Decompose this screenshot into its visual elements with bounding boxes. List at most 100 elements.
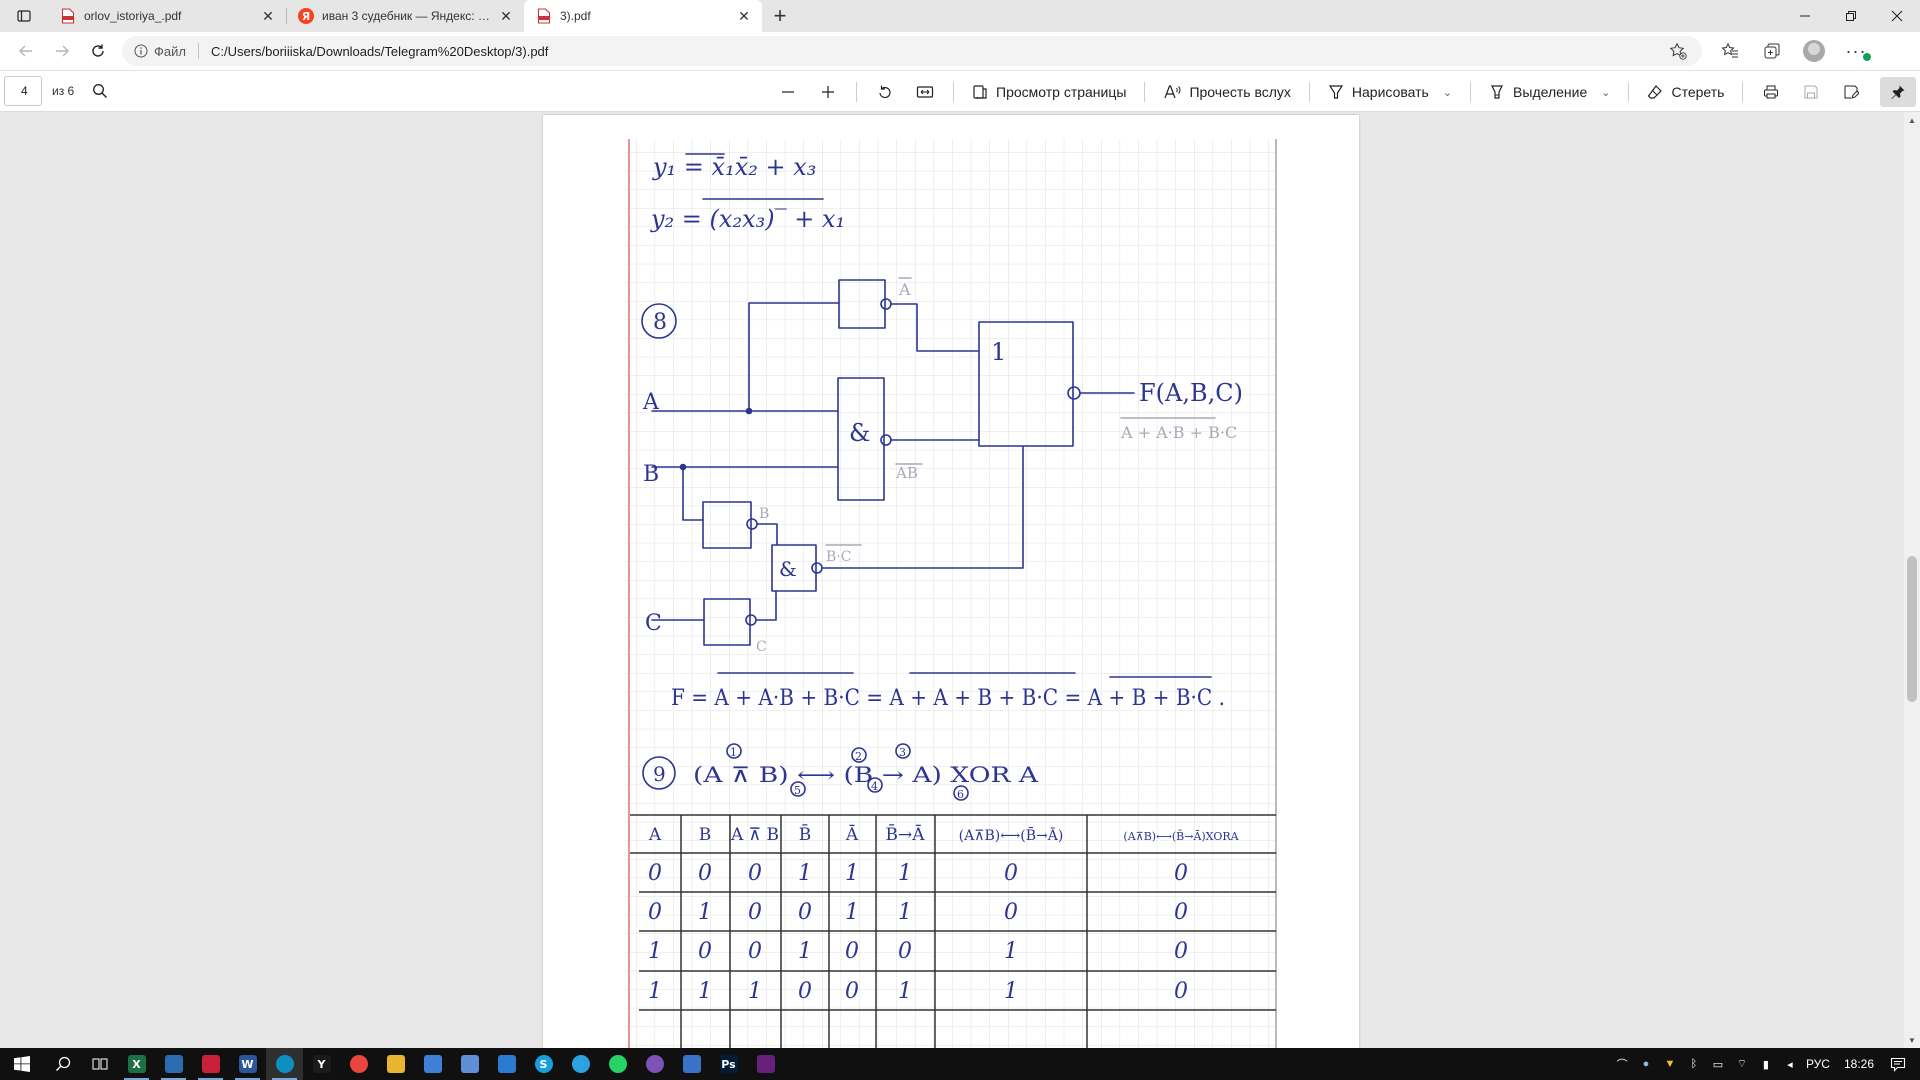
site-info-button[interactable]: Файл (134, 44, 186, 59)
page-number-input[interactable]: 4 (4, 76, 42, 106)
clock[interactable]: 18:26 (1844, 1057, 1874, 1071)
table-cell: 1 (798, 861, 812, 886)
taskbar-task-view-button[interactable] (81, 1048, 118, 1080)
scroll-up-arrow-icon[interactable]: ▲ (1904, 112, 1920, 128)
taskbar-photoshop-button[interactable]: Ps (710, 1048, 747, 1080)
chevron-down-icon[interactable]: ⌄ (1601, 86, 1610, 99)
taskbar-chrome-button[interactable] (340, 1048, 377, 1080)
taskbar-yandex-browser-button[interactable]: Y (303, 1048, 340, 1080)
scrollbar-thumb[interactable] (1907, 556, 1917, 702)
taskbar-mail-button[interactable] (488, 1048, 525, 1080)
start-button[interactable] (0, 1048, 44, 1080)
battery-icon[interactable]: ▮ (1758, 1056, 1774, 1072)
tray-app-icon[interactable]: ▼ (1662, 1056, 1678, 1072)
favorites-button[interactable] (1712, 36, 1748, 66)
volume-icon[interactable]: ◂ (1782, 1056, 1798, 1072)
eraser-icon (1648, 85, 1663, 99)
notifications-button[interactable] (1882, 1048, 1914, 1080)
window-controls (1782, 0, 1920, 32)
language-indicator[interactable]: РУС (1806, 1057, 1830, 1071)
tab-actions-icon (17, 10, 31, 22)
table-cell: 1 (898, 979, 912, 1004)
table-cell: 0 (648, 900, 662, 925)
taskbar-store-button[interactable] (414, 1048, 451, 1080)
tab-orlov[interactable]: orlov_istoriya_.pdf ✕ (48, 0, 286, 32)
search-button[interactable] (88, 83, 112, 99)
taskbar-viber-button[interactable] (636, 1048, 673, 1080)
table-cell: 0 (748, 861, 762, 886)
taskbar: X W Y S Ps ⌒ ● ▼ ᛒ ▭ ⌔ ▮ ◂ РУС 18:26 (0, 1048, 1920, 1080)
pdf-viewer[interactable]: y₁ = x̄₁x̄₂ + x₃ y₂ = (x₂x₃)‾ + x₁ 8 A B… (0, 112, 1904, 1048)
fit-page-button[interactable] (907, 77, 943, 107)
windows-icon (14, 1056, 30, 1072)
taskbar-photos-button[interactable] (451, 1048, 488, 1080)
toolbar-divider (1144, 82, 1146, 102)
print-button[interactable] (1753, 77, 1789, 107)
taskbar-visual-studio-button[interactable] (747, 1048, 784, 1080)
restore-button[interactable] (1828, 0, 1874, 32)
handwritten-notes-scan: y₁ = x̄₁x̄₂ + x₃ y₂ = (x₂x₃)‾ + x₁ 8 A B… (625, 139, 1277, 1048)
draw-button[interactable]: Нарисовать ⌄ (1320, 77, 1460, 107)
toolbar-divider (856, 82, 857, 102)
close-window-button[interactable] (1874, 0, 1920, 32)
save-button[interactable] (1793, 77, 1829, 107)
chevron-down-icon[interactable]: ⌄ (1443, 86, 1452, 99)
taskbar-app-blue-button[interactable] (155, 1048, 192, 1080)
url-text[interactable]: C:/Users/boriiiska/Downloads/Telegram%20… (211, 44, 1658, 59)
taskbar-file-explorer-button[interactable] (377, 1048, 414, 1080)
skype-icon: S (534, 1055, 553, 1073)
vertical-scrollbar[interactable]: ▲ ▼ (1904, 112, 1920, 1048)
tab-3-pdf[interactable]: 3).pdf ✕ (524, 0, 762, 32)
settings-menu-button[interactable]: ··· (1838, 36, 1874, 66)
collections-icon (1764, 43, 1780, 59)
avatar (1803, 40, 1825, 62)
pin-toolbar-button[interactable] (1880, 77, 1916, 107)
close-icon[interactable]: ✕ (736, 8, 752, 24)
app-red-icon (201, 1055, 220, 1073)
rotate-button[interactable] (867, 77, 903, 107)
collections-button[interactable] (1754, 36, 1790, 66)
taskbar-edge-button[interactable] (266, 1048, 303, 1080)
toolbar-divider (953, 82, 954, 102)
highlight-button[interactable]: Выделение ⌄ (1481, 77, 1618, 107)
network-globe-icon[interactable]: ● (1638, 1056, 1654, 1072)
browser-toolbar: Файл C:/Users/boriiiska/Downloads/Telegr… (0, 32, 1920, 70)
page-view-button[interactable]: Просмотр страницы (964, 77, 1134, 107)
task9-expression: (A ⊼ B) ⟷ (B → A) XOR A (693, 763, 1039, 787)
taskbar-app-red-button[interactable] (192, 1048, 229, 1080)
read-aloud-button[interactable]: Прочесть вслух (1155, 77, 1298, 107)
arrow-left-icon (19, 45, 32, 57)
profile-button[interactable] (1796, 36, 1832, 66)
toolbar-right: ··· (1712, 36, 1874, 66)
zoom-out-button[interactable] (770, 77, 806, 107)
taskbar-skype-button[interactable]: S (525, 1048, 562, 1080)
tab-yandex[interactable]: Я иван 3 судебник — Яндекс: нашлось 3 мл… (286, 0, 524, 32)
close-icon[interactable]: ✕ (260, 8, 276, 24)
scroll-down-arrow-icon[interactable]: ▼ (1904, 1032, 1920, 1048)
read-aloud-icon (1164, 85, 1181, 99)
taskbar-word-button[interactable]: W (229, 1048, 266, 1080)
new-tab-button[interactable]: + (762, 0, 798, 32)
tab-actions-button[interactable] (0, 0, 48, 32)
save-as-button[interactable] (1833, 77, 1869, 107)
add-favorite-button[interactable] (1666, 42, 1690, 60)
zoom-in-button[interactable] (810, 77, 846, 107)
read-aloud-label: Прочесть вслух (1189, 84, 1291, 100)
reload-button[interactable] (80, 36, 116, 66)
taskbar-excel-button[interactable]: X (118, 1048, 155, 1080)
display-icon[interactable]: ▭ (1710, 1056, 1726, 1072)
bluetooth-icon[interactable]: ᛒ (1686, 1056, 1702, 1072)
back-button[interactable] (8, 36, 44, 66)
address-bar[interactable]: Файл C:/Users/boriiiska/Downloads/Telegr… (122, 36, 1702, 66)
people-icon[interactable]: ⌒ (1614, 1056, 1630, 1072)
wifi-off-icon[interactable]: ⌔ (1734, 1056, 1750, 1072)
taskbar-app-blue-2-button[interactable] (673, 1048, 710, 1080)
close-icon[interactable]: ✕ (498, 8, 514, 24)
search-button[interactable] (44, 1048, 81, 1080)
erase-button[interactable]: Стереть (1639, 77, 1732, 107)
taskbar-whatsapp-button[interactable] (599, 1048, 636, 1080)
search-icon (93, 84, 108, 98)
forward-button[interactable] (44, 36, 80, 66)
taskbar-telegram-button[interactable] (562, 1048, 599, 1080)
minimize-button[interactable] (1782, 0, 1828, 32)
